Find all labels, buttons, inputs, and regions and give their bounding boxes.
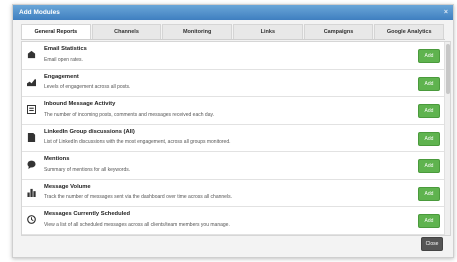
scrollbar-thumb[interactable] bbox=[445, 44, 450, 94]
add-button[interactable]: Add bbox=[418, 186, 440, 201]
list-item: Engagement Levels of engagement across a… bbox=[22, 70, 450, 97]
module-title: Messages Currently Scheduled bbox=[44, 211, 131, 217]
module-title: Mentions bbox=[44, 156, 70, 162]
add-modules-dialog: Add Modules × General Reports Channels M… bbox=[12, 4, 454, 258]
list-item: Email Statistics Email open rates. Add bbox=[22, 42, 450, 70]
module-list: Email Statistics Email open rates. Add E… bbox=[21, 41, 451, 236]
module-description: List of LinkedIn discussions with the mo… bbox=[44, 139, 231, 145]
engagement-chart-icon bbox=[27, 78, 36, 86]
module-title: Engagement bbox=[44, 73, 79, 80]
close-button[interactable]: Close bbox=[421, 237, 443, 251]
email-icon bbox=[27, 50, 36, 59]
list-item: Inbound Message Activity The number of i… bbox=[22, 97, 450, 125]
list-item: Mentions Summary of mentions for all key… bbox=[22, 152, 450, 180]
module-description: Summary of mentions for all keywords. bbox=[44, 166, 131, 173]
module-title: Inbound Message Activity bbox=[44, 101, 116, 107]
tab-links[interactable]: Links bbox=[233, 24, 303, 39]
add-button[interactable]: Add bbox=[418, 49, 440, 63]
module-title: Email Statistics bbox=[44, 46, 87, 52]
add-button[interactable]: Add bbox=[418, 131, 440, 146]
tab-monitoring[interactable]: Monitoring bbox=[162, 24, 233, 39]
tab-campaigns[interactable]: Campaigns bbox=[303, 24, 374, 39]
add-button[interactable]: Add bbox=[418, 76, 440, 91]
tab-google-analytics[interactable]: Google Analytics bbox=[374, 24, 445, 39]
list-item: Messages Currently Scheduled View a list… bbox=[22, 207, 450, 235]
tab-bar: General Reports Channels Monitoring Link… bbox=[21, 24, 445, 40]
module-description: View a list of all scheduled messages ac… bbox=[44, 221, 230, 228]
module-description: Email open rates. bbox=[44, 56, 83, 63]
list-item: Message Volume Track the number of messa… bbox=[22, 180, 450, 207]
module-description: The number of incoming posts, comments a… bbox=[44, 111, 214, 118]
add-button[interactable]: Add bbox=[418, 159, 440, 173]
list-item: LinkedIn Group discussions (All) List of… bbox=[22, 125, 450, 152]
speech-bubble-icon bbox=[27, 160, 36, 169]
tab-general-reports[interactable]: General Reports bbox=[21, 24, 91, 39]
add-button[interactable]: Add bbox=[418, 214, 440, 228]
module-title: Message Volume bbox=[44, 183, 91, 190]
scrollbar[interactable] bbox=[444, 42, 450, 235]
dialog-titlebar: Add Modules × bbox=[13, 5, 453, 20]
add-button[interactable]: Add bbox=[418, 104, 440, 118]
list-item-partial bbox=[22, 235, 450, 236]
close-icon[interactable]: × bbox=[444, 5, 448, 20]
module-description: Track the number of messages sent via th… bbox=[44, 194, 232, 200]
module-title: LinkedIn Group discussions (All) bbox=[44, 128, 135, 135]
inbound-message-icon bbox=[27, 105, 36, 114]
document-icon bbox=[27, 132, 36, 142]
tab-channels[interactable]: Channels bbox=[91, 24, 162, 39]
clock-icon bbox=[27, 215, 36, 224]
module-description: Levels of engagement across all posts. bbox=[44, 84, 131, 90]
bar-chart-icon bbox=[27, 188, 36, 197]
dialog-title: Add Modules bbox=[19, 9, 60, 16]
